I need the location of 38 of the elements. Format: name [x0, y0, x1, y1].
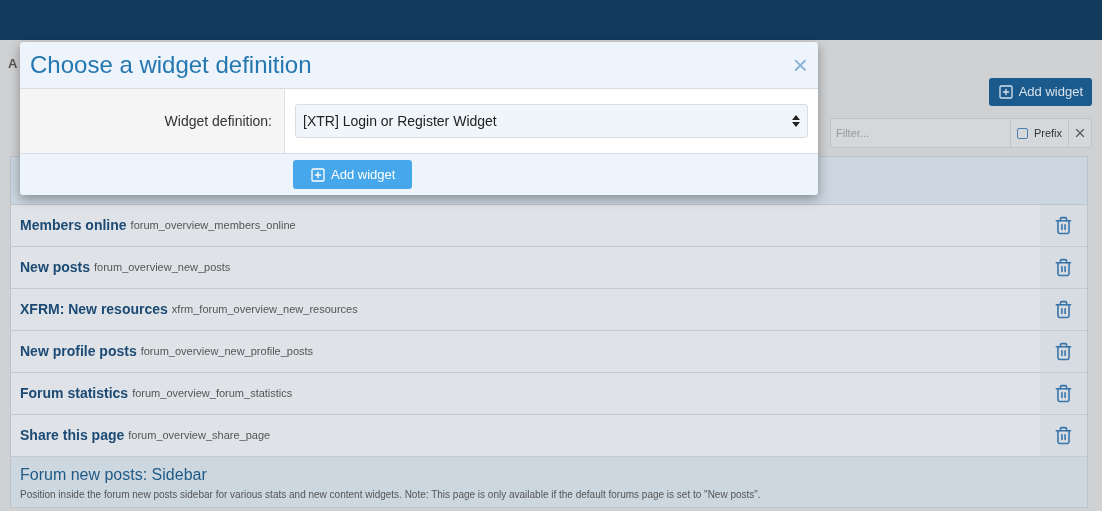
widget-key: forum_overview_new_posts: [94, 259, 231, 276]
plus-icon: [310, 166, 326, 183]
plus-icon: [997, 84, 1014, 100]
trash-icon: [1054, 258, 1073, 277]
filter-field[interactable]: Filter...: [830, 118, 1011, 148]
widget-key: forum_overview_new_profile_posts: [140, 343, 314, 360]
trash-icon: [1054, 216, 1073, 235]
delete-button[interactable]: [1040, 289, 1087, 330]
widget-key: forum_overview_share_page: [128, 427, 271, 444]
delete-button[interactable]: [1040, 205, 1087, 246]
widget-definition-select[interactable]: [XTR] Login or Register Widget: [295, 104, 808, 138]
widget-title: XFRM: New resources: [20, 300, 168, 319]
dialog-title: Choose a widget definition: [30, 50, 312, 80]
trash-icon: [1054, 342, 1073, 361]
section-title: Forum new posts: Sidebar: [20, 465, 208, 485]
widget-title: New posts: [20, 258, 90, 277]
widget-title: Share this page: [20, 426, 125, 445]
delete-button[interactable]: [1040, 373, 1087, 414]
widget-title: New profile posts: [20, 342, 137, 361]
clear-button[interactable]: [1068, 118, 1092, 148]
add-widget-button[interactable]: Add widget: [988, 78, 1092, 106]
breadcrumb[interactable]: A: [8, 54, 18, 74]
close-icon: [1073, 126, 1087, 140]
trash-icon: [1054, 384, 1073, 403]
trash-icon: [1054, 300, 1073, 319]
sort-arrows-icon: [792, 115, 800, 127]
widget-key: xfrm_forum_overview_new_resources: [171, 301, 358, 318]
section-description: Position inside the forum new posts sidebar for various stats and new content widgets. Note: This page is only available if the default forums page is set to "New posts".: [20, 488, 762, 502]
delete-button[interactable]: [1040, 247, 1087, 288]
trash-icon: [1054, 426, 1073, 445]
delete-button[interactable]: [1040, 331, 1087, 372]
prefix-checkbox[interactable]: Prefix: [1010, 118, 1068, 148]
delete-button[interactable]: [1040, 415, 1087, 456]
widget-key: forum_overview_members_online: [130, 217, 296, 234]
widget-key: forum_overview_forum_statistics: [132, 385, 293, 402]
widget-title: Members online: [20, 216, 127, 235]
widget-title: Forum statistics: [20, 384, 129, 403]
field-label: Widget definition:: [164, 111, 272, 131]
